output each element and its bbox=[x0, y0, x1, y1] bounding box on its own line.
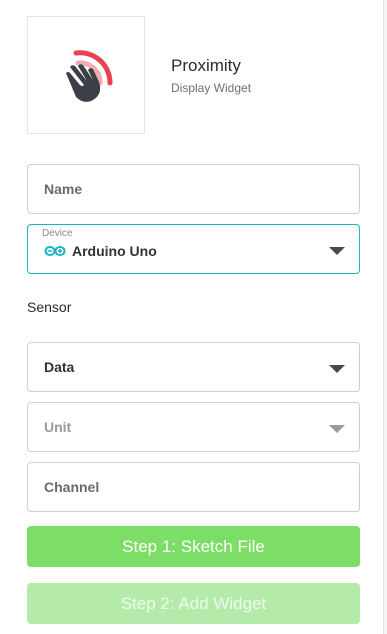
name-input[interactable] bbox=[28, 165, 359, 213]
channel-input[interactable] bbox=[28, 463, 359, 511]
data-select-value: Data bbox=[44, 359, 75, 375]
name-field[interactable] bbox=[27, 164, 360, 214]
device-select[interactable]: Device Arduino Uno bbox=[27, 224, 360, 274]
step2-add-widget-button[interactable]: Step 2: Add Widget bbox=[27, 583, 360, 624]
widget-subtitle: Display Widget bbox=[171, 81, 252, 95]
data-select[interactable]: Data bbox=[27, 342, 360, 392]
unit-select[interactable]: Unit bbox=[27, 402, 360, 452]
arduino-infinity-icon bbox=[44, 246, 66, 256]
widget-config-panel: Proximity Display Widget Device Arduino … bbox=[0, 0, 384, 634]
device-label: Device bbox=[42, 228, 73, 239]
widget-title: Proximity bbox=[171, 56, 241, 75]
chevron-down-icon bbox=[329, 247, 345, 255]
waving-hand-proximity-icon bbox=[66, 50, 113, 102]
device-value: Arduino Uno bbox=[44, 243, 157, 259]
widget-thumbnail bbox=[27, 16, 145, 134]
step1-sketch-file-button[interactable]: Step 1: Sketch File bbox=[27, 526, 360, 567]
chevron-down-icon bbox=[329, 425, 345, 433]
chevron-down-icon bbox=[329, 365, 345, 373]
device-name: Arduino Uno bbox=[72, 243, 157, 259]
unit-select-value: Unit bbox=[44, 419, 72, 435]
channel-field[interactable] bbox=[27, 462, 360, 512]
sensor-section-label: Sensor bbox=[27, 299, 72, 315]
